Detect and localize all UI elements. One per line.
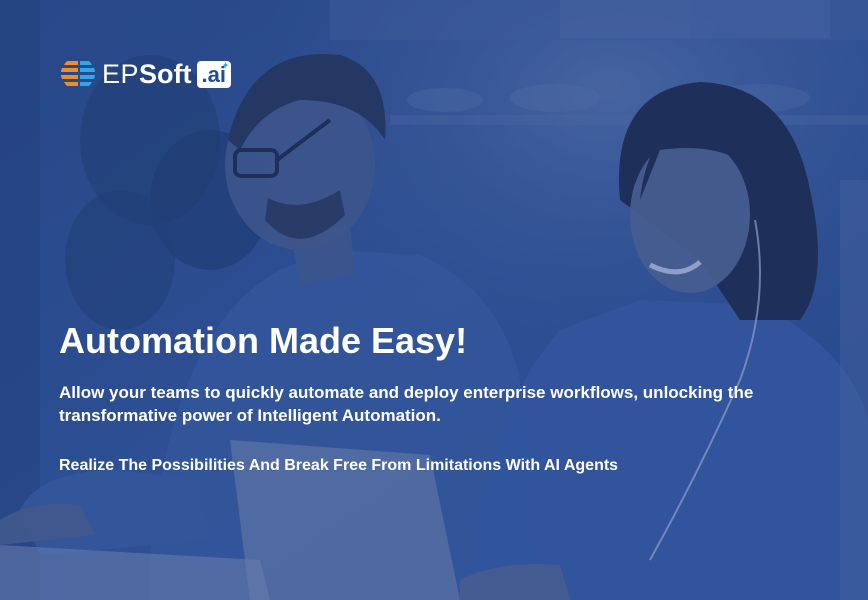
logo-text-main: Soft	[139, 58, 192, 89]
logo-ai-badge: .ai ✦	[196, 60, 231, 88]
hero-tagline: Realize The Possibilities And Break Free…	[59, 457, 619, 474]
epsoft-logo-mark-icon	[61, 61, 95, 86]
sparkle-icon: ✦	[222, 60, 229, 70]
hero-headline: Automation Made Easy!	[59, 320, 468, 361]
hero-description: Allow your teams to quickly automate and…	[59, 383, 754, 425]
logo-text-prefix: EP	[102, 58, 140, 89]
epsoft-logo[interactable]: EP Soft .ai ✦	[59, 54, 231, 94]
hero-banner: EP Soft .ai ✦ Automation Made Easy! Allo…	[0, 0, 868, 600]
